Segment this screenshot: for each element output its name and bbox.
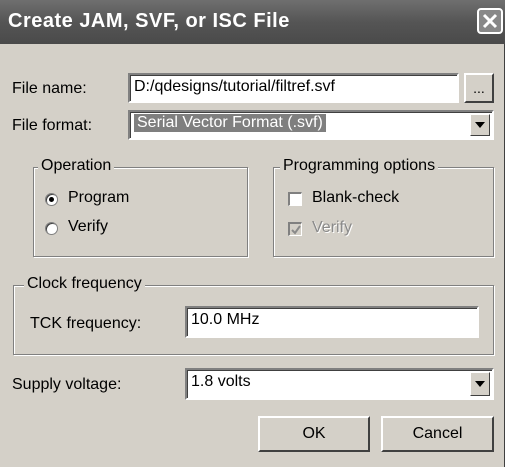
radio-verify[interactable] [45, 222, 58, 235]
radio-selected-dot [49, 197, 54, 202]
ok-button-label: OK [302, 425, 326, 442]
tck-frequency-label: TCK frequency: [30, 315, 142, 332]
blank-check-label[interactable]: Blank-check [312, 189, 399, 207]
chevron-down-icon [475, 122, 485, 128]
operation-group [33, 167, 248, 257]
tck-frequency-input[interactable]: 10.0 MHz [185, 306, 479, 338]
file-format-value: Serial Vector Format (.svf) [134, 114, 326, 132]
file-name-input[interactable]: D:/qdesigns/tutorial/filtref.svf [128, 73, 459, 103]
file-name-label: File name: [12, 80, 87, 97]
supply-voltage-label: Supply voltage: [12, 376, 122, 393]
title-bar[interactable]: Create JAM, SVF, or ISC File [0, 0, 505, 44]
close-icon [482, 13, 498, 29]
radio-verify-label[interactable]: Verify [68, 218, 108, 236]
verify-checkbox-label: Verify [312, 219, 353, 236]
supply-voltage-dropdown-button[interactable] [470, 372, 490, 396]
cancel-button-label: Cancel [412, 425, 463, 442]
programming-options-legend: Programming options [280, 157, 439, 175]
browse-button[interactable]: ... [464, 73, 494, 103]
file-format-dropdown-button[interactable] [470, 114, 490, 136]
file-format-label: File format: [12, 117, 93, 134]
chevron-down-icon [475, 381, 485, 387]
file-name-value: D:/qdesigns/tutorial/filtref.svf [134, 78, 335, 95]
ok-button[interactable]: OK [258, 416, 370, 452]
clock-frequency-legend: Clock frequency [24, 275, 145, 293]
browse-button-label: ... [473, 80, 485, 96]
operation-legend: Operation [38, 157, 115, 175]
create-jam-svf-isc-dialog: Create JAM, SVF, or ISC File File name: … [0, 0, 505, 467]
supply-voltage-value: 1.8 volts [191, 373, 251, 390]
radio-program[interactable] [45, 193, 58, 206]
radio-program-label[interactable]: Program [68, 189, 129, 207]
checkmark-icon [291, 225, 301, 235]
blank-check-checkbox[interactable] [288, 192, 302, 206]
tck-frequency-value: 10.0 MHz [191, 311, 260, 328]
supply-voltage-select[interactable]: 1.8 volts [185, 368, 494, 400]
file-format-select[interactable]: Serial Vector Format (.svf) [128, 110, 494, 140]
verify-checkbox [288, 222, 302, 236]
programming-options-group [273, 167, 494, 257]
close-button[interactable] [477, 8, 503, 34]
cancel-button[interactable]: Cancel [381, 416, 494, 452]
window-title: Create JAM, SVF, or ISC File [8, 10, 290, 32]
